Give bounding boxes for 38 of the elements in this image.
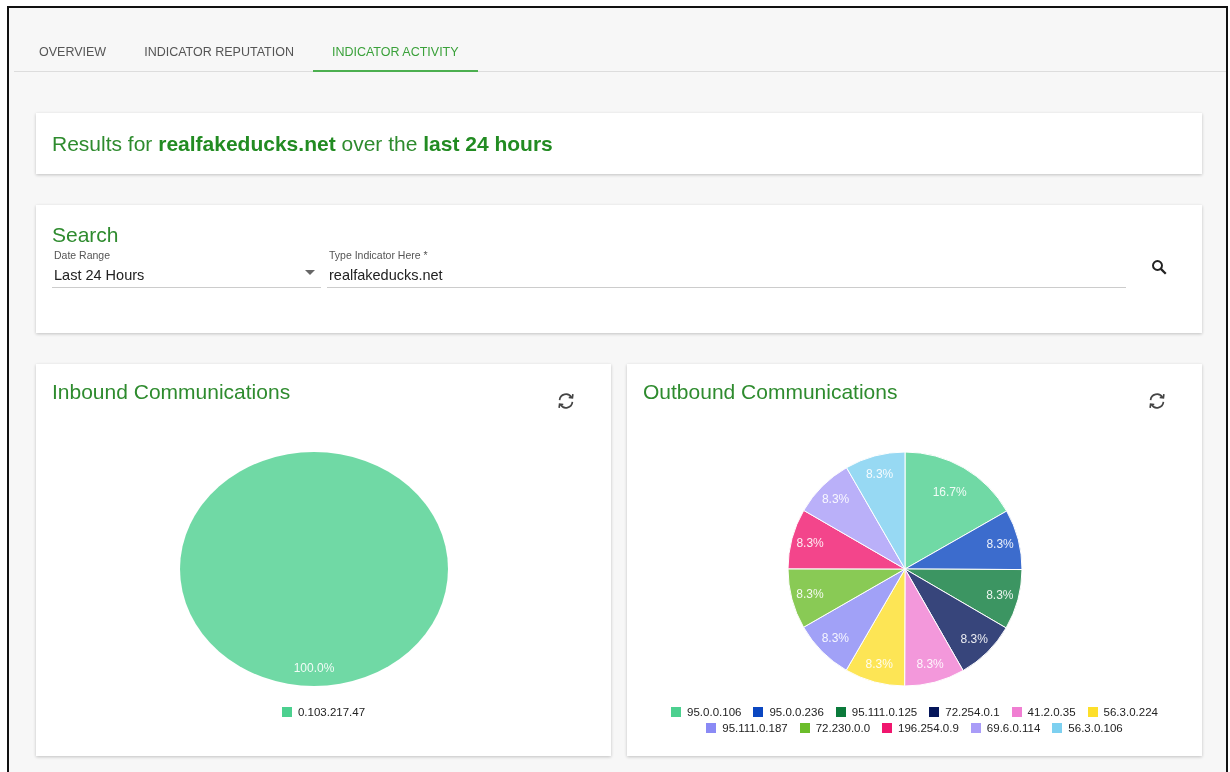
slice-label: 100.0% [293,661,335,676]
slice-label: 8.3% [865,467,894,482]
legend-label: 0.103.217.47 [297,706,366,718]
legend-label: 95.111.0.187 [722,722,788,734]
legend-label: 41.2.0.35 [1027,706,1076,718]
date-range-select[interactable]: Date Range Last 24 Hours [52,249,321,288]
slice-label: 8.3% [796,587,824,602]
slice-label: 8.3% [960,631,988,646]
results-heading: Results for realfakeducks.net over the last 24 hours [52,131,553,156]
indicator-input[interactable]: realfakeducks.net [329,267,1124,283]
tab[interactable]: OVERVIEW [20,8,126,72]
slice-label: 8.3% [796,536,824,551]
caret-icon [305,270,315,275]
slice-label: 8.3% [986,587,1014,602]
legend-label: 72.254.0.1 [945,706,1000,718]
field-label: Type Indicator Here * [329,249,429,261]
refresh-icon [1146,390,1168,412]
slice-label: 8.3% [821,631,849,646]
slice-label: 8.3% [821,492,850,507]
chart-title: Outbound Communications [643,380,898,405]
legend-label: 95.0.0.236 [769,706,824,718]
legend-label: 72.230.0.0 [815,722,871,734]
field-label: Date Range [54,249,112,261]
slice-label: 8.3% [865,656,893,671]
chart-title: Inbound Communications [52,380,291,405]
search-icon [1150,258,1168,276]
slice-label: 8.3% [986,537,1014,552]
tab[interactable]: INDICATOR REPUTATION [125,8,313,72]
legend-label: 69.6.0.114 [986,722,1041,734]
refresh-icon [555,390,577,412]
legend-label: 95.111.0.125 [851,706,918,718]
legend-label: 56.3.0.106 [1068,722,1123,734]
slice-label: 16.7% [932,485,967,500]
legend-label: 56.3.0.224 [1103,706,1158,718]
legend-label: 95.0.0.106 [687,706,742,718]
search-title: Search [52,223,120,247]
slice-label: 8.3% [916,657,944,671]
legend-label: 196.254.0.9 [898,722,959,734]
